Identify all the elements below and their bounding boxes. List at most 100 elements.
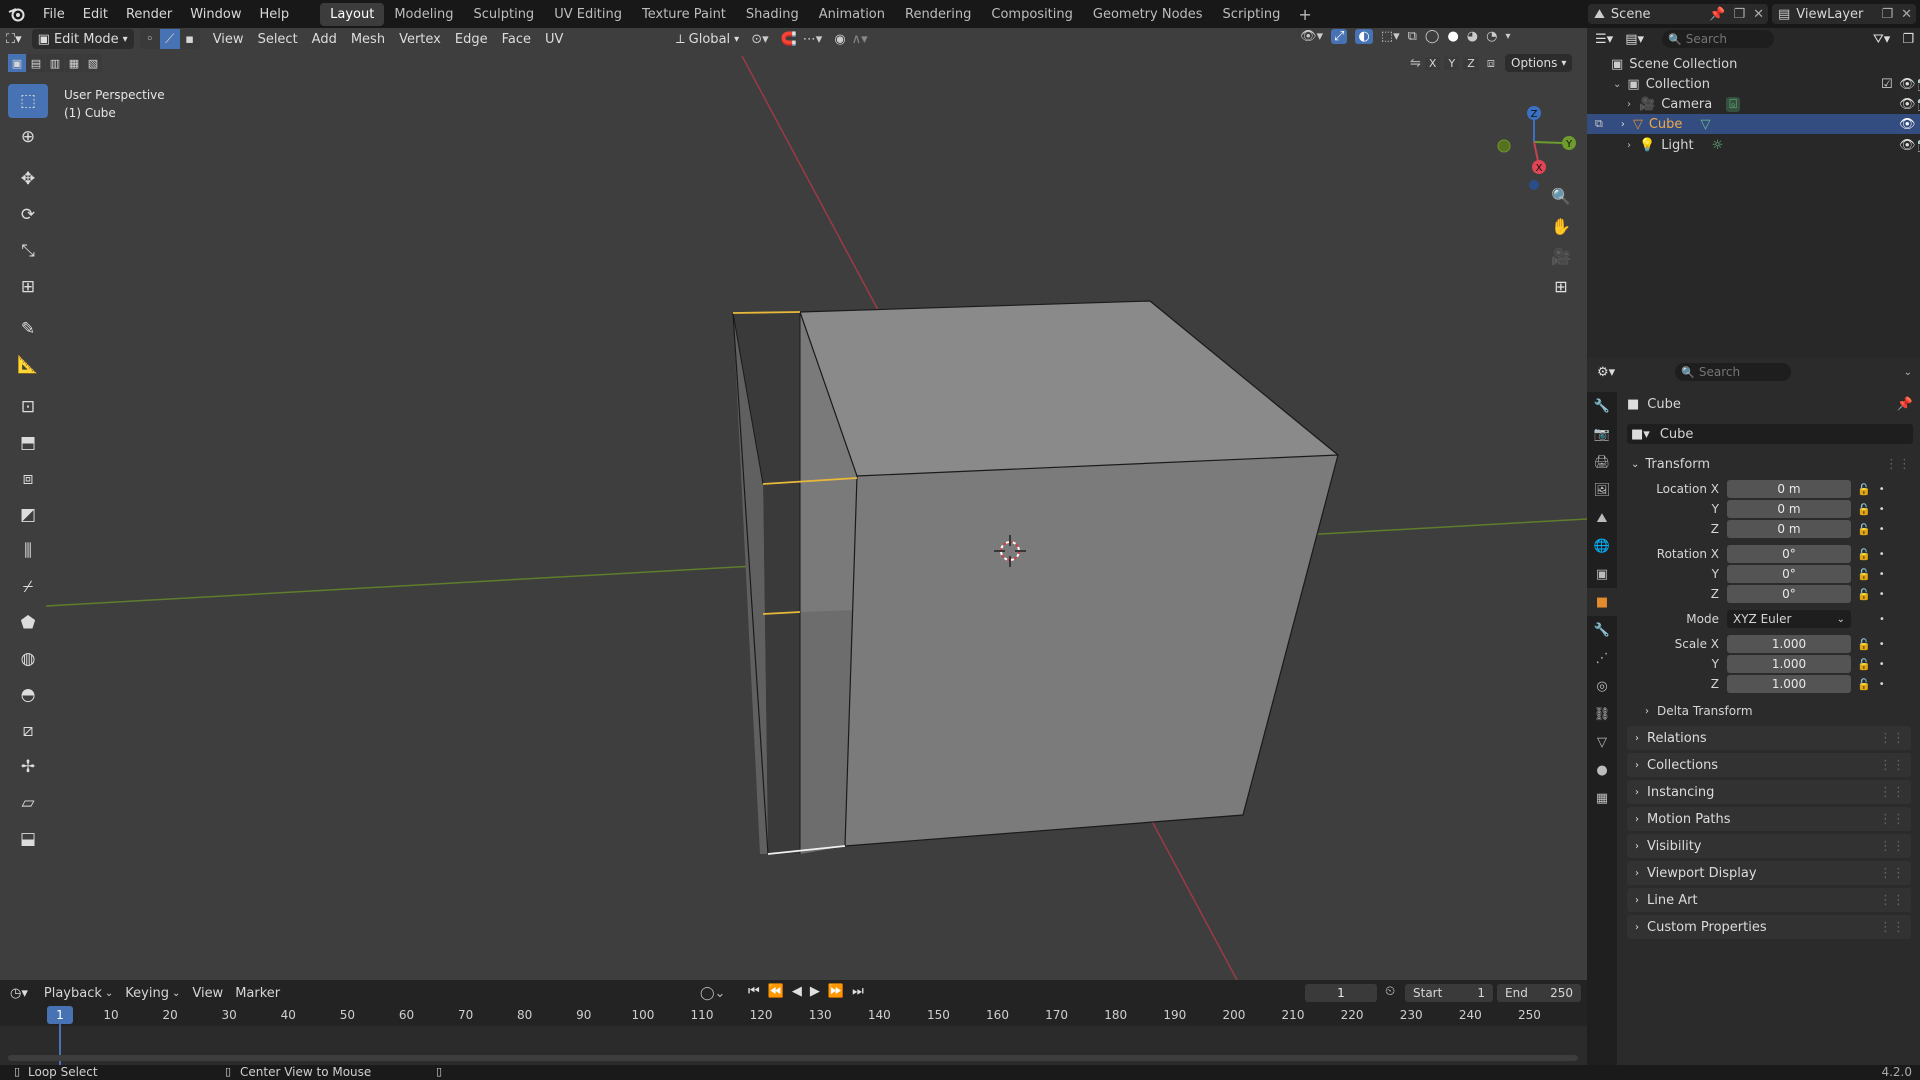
- panel-line-art[interactable]: › Line Art ⋮⋮: [1627, 888, 1911, 912]
- timeline-scrollbar[interactable]: [8, 1055, 1578, 1061]
- drag-handle-icon[interactable]: ⋮⋮: [1879, 920, 1905, 935]
- search-input[interactable]: [1698, 365, 1783, 379]
- rendered-shading-icon[interactable]: ◔: [1486, 29, 1497, 44]
- scale-z-field[interactable]: 1.000: [1727, 675, 1851, 693]
- tool-tab-icon[interactable]: 🔧: [1587, 392, 1617, 420]
- drag-handle-icon[interactable]: ⋮⋮: [1879, 785, 1905, 800]
- perspective-toggle-icon[interactable]: ⊞: [1547, 272, 1575, 300]
- keyframe-dot-icon[interactable]: •: [1879, 679, 1885, 690]
- properties-search[interactable]: 🔍: [1675, 363, 1792, 381]
- keyframe-dot-icon[interactable]: •: [1879, 524, 1885, 535]
- constraints-tab-icon[interactable]: ⛓: [1587, 700, 1617, 728]
- edge-select-icon[interactable]: ⟋: [159, 29, 180, 49]
- menu-view[interactable]: View: [206, 32, 251, 47]
- workspace-tab-geometry-nodes[interactable]: Geometry Nodes: [1083, 3, 1213, 26]
- view-layer-tab-icon[interactable]: 🖼: [1587, 476, 1617, 504]
- proportional-edit-icon[interactable]: ◉: [834, 32, 845, 47]
- start-frame-field[interactable]: Start 1: [1405, 984, 1493, 1002]
- pivot-icon[interactable]: ⊙▾: [751, 32, 768, 47]
- panel-instancing[interactable]: › Instancing ⋮⋮: [1627, 780, 1911, 804]
- scale-y-field[interactable]: 1.000: [1727, 655, 1851, 673]
- add-cube-tool[interactable]: ⊡: [8, 390, 48, 424]
- editor-type-icon[interactable]: ☰▾: [1587, 32, 1621, 47]
- play-icon[interactable]: ▶: [810, 984, 820, 999]
- face-select-icon[interactable]: ▪: [179, 29, 200, 49]
- options-dropdown[interactable]: Options ▾: [1505, 54, 1573, 72]
- select-invert-icon[interactable]: ▦: [65, 54, 83, 72]
- chevron-right-icon[interactable]: ›: [1621, 119, 1625, 130]
- workspace-tab-compositing[interactable]: Compositing: [981, 3, 1083, 26]
- outliner-collection[interactable]: ⌄ ▣ Collection ☑ 👁 📷: [1613, 75, 1920, 93]
- select-new-icon[interactable]: ▣: [8, 54, 26, 72]
- annotate-tool[interactable]: ✎: [8, 312, 48, 346]
- menu-render[interactable]: Render: [117, 7, 181, 22]
- rotation-y-field[interactable]: 0°: [1727, 565, 1851, 583]
- timeline-ruler[interactable]: 10 20 30 40 50 60 70 80 90 100 110 120 130 140 150 160 1…: [0, 1006, 1587, 1065]
- close-icon[interactable]: ✕: [1897, 7, 1916, 22]
- delta-transform-subpanel[interactable]: › Delta Transform: [1645, 702, 1753, 720]
- workspace-tab-animation[interactable]: Animation: [809, 3, 895, 26]
- modifier-tab-icon[interactable]: 🔧: [1587, 616, 1617, 644]
- lock-icon[interactable]: 🔓: [1857, 523, 1871, 536]
- end-frame-field[interactable]: End 250: [1497, 984, 1581, 1002]
- checkbox-icon[interactable]: ☑: [1881, 77, 1893, 92]
- falloff-icon[interactable]: ∧▾: [852, 32, 868, 47]
- chevron-right-icon[interactable]: ›: [1627, 99, 1631, 110]
- lock-icon[interactable]: 🔓: [1857, 548, 1871, 561]
- render-tab-icon[interactable]: 📷: [1587, 420, 1617, 448]
- snap-icon[interactable]: 🧲: [781, 32, 797, 47]
- prev-keyframe-icon[interactable]: ⏪: [768, 984, 784, 999]
- select-box-tool[interactable]: ⬚: [8, 84, 48, 118]
- lock-icon[interactable]: 🔓: [1857, 658, 1871, 671]
- workspace-tab-uv-editing[interactable]: UV Editing: [544, 3, 632, 26]
- edit-mode-indicator-icon[interactable]: ⧉: [1595, 117, 1603, 131]
- location-z-field[interactable]: 0 m: [1727, 520, 1851, 538]
- workspace-tab-shading[interactable]: Shading: [736, 3, 809, 26]
- camera-view-icon[interactable]: 🎥: [1547, 242, 1575, 270]
- solid-shading-icon[interactable]: ●: [1447, 29, 1458, 44]
- panel-collections[interactable]: › Collections ⋮⋮: [1627, 753, 1911, 777]
- record-icon[interactable]: ◯⌄: [700, 986, 725, 1001]
- drag-handle-icon[interactable]: ⋮⋮: [1879, 812, 1905, 827]
- drag-handle-icon[interactable]: ⋮⋮: [1879, 731, 1905, 746]
- shear-tool[interactable]: ▱: [8, 786, 48, 820]
- snap-target-icon[interactable]: ⋯▾: [803, 32, 823, 47]
- outliner-item-camera[interactable]: › 🎥 Camera ⌺ 👁 📷: [1627, 95, 1920, 113]
- workspace-tab-sculpting[interactable]: Sculpting: [463, 3, 544, 26]
- overlays-icon[interactable]: ◐: [1355, 29, 1373, 44]
- lock-icon[interactable]: 🔓: [1857, 638, 1871, 651]
- menu-edge[interactable]: Edge: [448, 32, 495, 47]
- editor-type-icon[interactable]: ◷▾: [0, 986, 38, 1001]
- filter-icon[interactable]: ⛛▾: [1867, 32, 1896, 47]
- knife-tool[interactable]: ⌿: [8, 570, 48, 604]
- panel-visibility[interactable]: › Visibility ⋮⋮: [1627, 834, 1911, 858]
- rotation-z-field[interactable]: 0°: [1727, 585, 1851, 603]
- loop-cut-tool[interactable]: ⫼: [8, 534, 48, 568]
- workspace-tab-texture-paint[interactable]: Texture Paint: [632, 3, 736, 26]
- jump-start-icon[interactable]: ⏮: [748, 984, 760, 999]
- drag-handle-icon[interactable]: ⋮⋮: [1879, 893, 1905, 908]
- pan-hand-icon[interactable]: ✋: [1547, 212, 1575, 240]
- lock-icon[interactable]: 🔓: [1857, 588, 1871, 601]
- axis-x-toggle[interactable]: X: [1424, 56, 1441, 70]
- inset-tool[interactable]: ⧈: [8, 462, 48, 496]
- lock-icon[interactable]: 🔓: [1857, 568, 1871, 581]
- mode-selector[interactable]: ▣ Edit Mode ▾: [31, 29, 134, 49]
- lock-icon[interactable]: 🔓: [1857, 678, 1871, 691]
- location-y-field[interactable]: 0 m: [1727, 500, 1851, 518]
- extrude-tool[interactable]: ⬒: [8, 426, 48, 460]
- menu-file[interactable]: File: [34, 7, 74, 22]
- workspace-tab-rendering[interactable]: Rendering: [895, 3, 981, 26]
- bevel-tool[interactable]: ◩: [8, 498, 48, 532]
- keyframe-dot-icon[interactable]: •: [1879, 484, 1885, 495]
- visibility-icon[interactable]: 👁▾: [1300, 29, 1323, 44]
- eye-icon[interactable]: 👁: [1899, 77, 1916, 92]
- transform-orientation-dropdown[interactable]: ⟂ Global ▾: [670, 29, 745, 49]
- wireframe-shading-icon[interactable]: ◯: [1425, 29, 1440, 44]
- keyframe-dot-icon[interactable]: •: [1879, 569, 1885, 580]
- chevron-down-icon[interactable]: ⌄: [1613, 79, 1621, 90]
- lock-icon[interactable]: 🔓: [1857, 483, 1871, 496]
- xray-icon[interactable]: ⧉: [1408, 29, 1417, 44]
- menu-select[interactable]: Select: [251, 32, 305, 47]
- physics-tab-icon[interactable]: ◎: [1587, 672, 1617, 700]
